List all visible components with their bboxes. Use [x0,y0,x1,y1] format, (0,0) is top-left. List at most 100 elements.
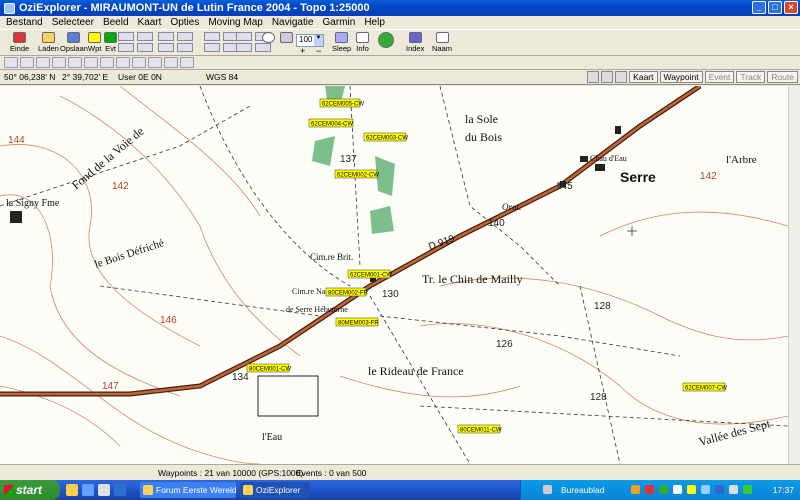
close-button[interactable]: × [784,1,798,14]
gps-icon-1[interactable] [4,57,18,68]
menu-kaart[interactable]: Kaart [138,17,162,28]
opslaan-button[interactable]: Opslaan [60,32,88,54]
place-label: la Signy Fme [6,198,60,209]
gps-icon-5[interactable] [68,57,82,68]
gps-icon-2[interactable] [20,57,34,68]
gps-icon-9[interactable] [132,57,146,68]
gps-icon-6[interactable] [84,57,98,68]
quicklaunch-ie-icon[interactable] [82,484,94,496]
tab-route[interactable]: Route [767,71,798,83]
cut-icon[interactable] [204,43,220,52]
erase-icon[interactable] [177,32,193,41]
point-icon[interactable] [118,43,134,52]
save-map-icon[interactable] [601,71,614,83]
start-button[interactable]: start [0,480,60,500]
draw-icon[interactable] [158,32,174,41]
map-canvas[interactable]: 144 142 137 140 145 142 146 130 128 126 … [0,86,788,464]
zoom-in-icon[interactable]: + [300,46,305,56]
menu-navigatie[interactable]: Navigatie [272,17,314,28]
network-icon[interactable] [743,485,752,494]
cemetery-outline [257,375,319,417]
minimize-button[interactable]: _ [752,1,766,14]
laden-button[interactable]: Laden [38,32,59,54]
move-icon[interactable] [158,43,174,52]
menu-selecteer[interactable]: Selecteer [52,17,94,28]
tray-label: Bureaublad [561,485,605,495]
tray-icon[interactable] [673,485,682,494]
quicklaunch-folder-icon[interactable] [66,484,78,496]
svg-text:62CEM002-CW: 62CEM002-CW [337,173,379,179]
waypoint-marker[interactable]: 62CEM003-CW [363,132,408,142]
menu-help[interactable]: Help [364,17,385,28]
menu-beeld[interactable]: Beeld [103,17,129,28]
pan-control[interactable] [378,32,394,54]
route-icon[interactable] [137,32,153,41]
tray-icon[interactable] [631,485,640,494]
zoom-tool[interactable] [262,32,275,54]
waypoint-marker[interactable]: 62CEM005-CW [319,98,364,108]
zoom-out-icon[interactable]: − [316,46,321,56]
options-icon[interactable] [615,71,628,83]
tab-track[interactable]: Track [736,71,766,83]
track-tools-group [118,32,155,53]
wpt-button[interactable]: Wpt [88,32,101,54]
track-icon[interactable] [118,32,134,41]
sleep-button[interactable]: Sleep [332,32,351,54]
waypoint-marker[interactable]: 62CEM007-CW [682,382,727,392]
gps-icon-4[interactable] [52,57,66,68]
task-forum[interactable]: Forum Eerste Wereld... [140,482,236,498]
waypoint-marker[interactable]: 80CEM001-CW [246,363,291,373]
tray-icon[interactable] [687,485,696,494]
maximize-button[interactable]: □ [768,1,782,14]
menu-opties[interactable]: Opties [170,17,199,28]
line-icon[interactable] [137,43,153,52]
contour-line [59,95,301,357]
zoom-icon-1[interactable] [164,57,178,68]
waypoint-marker[interactable]: 62CEM002-CW [334,169,379,179]
tray-icon[interactable] [701,485,710,494]
waypoint-marker[interactable]: 62CEM004-CW [308,118,353,128]
menu-garmin[interactable]: Garmin [323,17,356,28]
waypoint-marker[interactable]: 80MEM003-FR [335,317,379,327]
desktop-toolbar-icon[interactable] [543,485,552,494]
contour-label: 142 [112,181,129,192]
gps-icon-8[interactable] [116,57,130,68]
quicklaunch-desktop-icon[interactable] [98,484,110,496]
zoom-icon-2[interactable] [180,57,194,68]
tab-waypoint[interactable]: Waypoint [659,71,703,83]
copy-icon[interactable] [204,32,220,41]
index-button[interactable]: Index [406,32,424,54]
tray-icon[interactable] [659,485,668,494]
svg-text:62CEM007-CW: 62CEM007-CW [685,386,727,392]
waypoint-marker[interactable]: 80CEM002-FR [325,287,369,297]
volume-icon[interactable] [729,485,738,494]
naam-button[interactable]: Naam [432,32,452,54]
info-button[interactable]: Info [356,32,369,54]
menu-bestand[interactable]: Bestand [6,17,43,28]
waypoint-icon [88,32,102,43]
view-icon[interactable] [587,71,600,83]
secondary-toolbar [0,56,800,70]
gps-icon-3[interactable] [36,57,50,68]
grid-icon[interactable] [236,43,252,52]
task-oziexplorer[interactable]: OziExplorer [240,482,310,498]
tray-icon[interactable] [715,485,724,494]
quicklaunch-media-icon[interactable] [114,484,126,496]
waypoint-marker[interactable]: 80CEM011-CW [457,424,502,434]
menu-moving-map[interactable]: Moving Map [208,17,262,28]
tab-kaart[interactable]: Kaart [629,71,658,83]
select-icon[interactable] [177,43,193,52]
find-tool[interactable] [280,32,293,54]
road-d919 [0,86,701,396]
einde-button[interactable]: Einde [10,32,29,54]
tab-event[interactable]: Event [704,71,735,83]
gps-icon-10[interactable] [148,57,162,68]
tray-icon[interactable] [645,485,654,494]
evt-button[interactable]: Evt [104,32,117,54]
waypoint-marker[interactable]: 62CEM001-CW [347,269,392,279]
contour-label: 146 [160,315,177,326]
binoculars-icon [280,32,293,43]
list-icon[interactable] [236,32,252,41]
vertical-scrollbar[interactable] [788,86,800,464]
gps-icon-7[interactable] [100,57,114,68]
